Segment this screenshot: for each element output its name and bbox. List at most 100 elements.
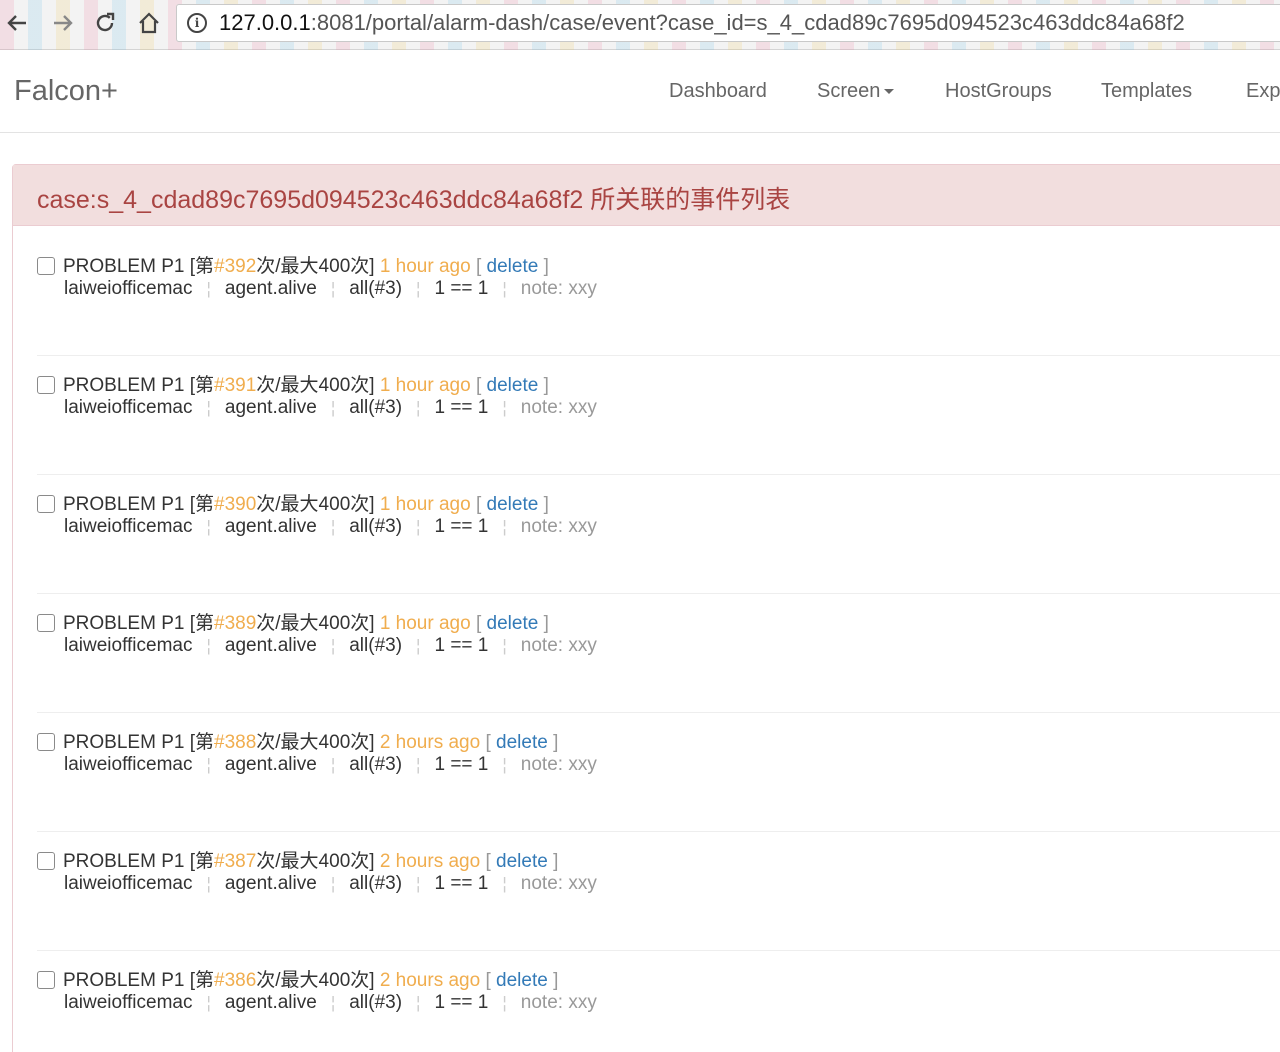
panel-heading: case:s_4_cdad89c7695d094523c463ddc84a68f… — [13, 165, 1280, 226]
event-function: all(#3) — [349, 397, 403, 418]
event-summary: PROBLEM P1 [第#388次/最大400次] 2 hours ago [… — [37, 727, 558, 754]
separator: ¦ — [416, 993, 421, 1012]
event-checkbox[interactable] — [37, 495, 55, 513]
event-checkbox[interactable] — [37, 257, 55, 275]
event-details: laiweiofficemac ¦ agent.alive ¦ all(#3) ¦ 1 ==… — [64, 992, 597, 1014]
event-time: 1 hour ago — [379, 256, 471, 277]
event-condition: 1 == 1 — [434, 754, 489, 775]
separator: ¦ — [330, 517, 336, 536]
nav-link-screen-label: Screen — [817, 80, 881, 102]
delete-link[interactable]: delete — [496, 851, 548, 872]
event-checkbox[interactable] — [37, 971, 55, 989]
reload-icon[interactable] — [90, 8, 120, 38]
separator: ¦ — [502, 636, 507, 655]
event-step-prefix: [第 — [189, 613, 214, 634]
bracket-close: ] — [543, 375, 549, 396]
bracket-open: [ — [475, 613, 482, 634]
event-metric: agent.alive — [224, 278, 317, 299]
nav-link-hostgroups[interactable]: HostGroups — [945, 80, 1052, 103]
event-status: PROBLEM P1 — [63, 732, 185, 753]
separator: ¦ — [206, 517, 211, 536]
delete-link[interactable]: delete — [487, 375, 539, 396]
separator: ¦ — [206, 874, 211, 893]
event-row: PROBLEM P1 [第#387次/最大400次] 2 hours ago [… — [37, 832, 1280, 951]
event-row: PROBLEM P1 [第#386次/最大400次] 2 hours ago [… — [37, 951, 1280, 1052]
event-metric: agent.alive — [224, 516, 317, 537]
forward-icon[interactable] — [48, 8, 78, 38]
event-function: all(#3) — [349, 992, 403, 1013]
event-row: PROBLEM P1 [第#392次/最大400次] 1 hour ago [ … — [37, 237, 1280, 356]
event-details: laiweiofficemac ¦ agent.alive ¦ all(#3) ¦ 1 ==… — [64, 278, 597, 300]
event-time: 2 hours ago — [379, 970, 481, 991]
nav-link-expressions[interactable]: Exp — [1246, 80, 1280, 103]
bracket-close: ] — [543, 256, 549, 277]
event-time: 2 hours ago — [379, 732, 481, 753]
event-time: 2 hours ago — [379, 851, 481, 872]
event-checkbox[interactable] — [37, 614, 55, 632]
address-bar-url: 127.0.0.1:8081/portal/alarm-dash/case/ev… — [219, 10, 1185, 35]
event-condition: 1 == 1 — [434, 873, 489, 894]
event-step-suffix: 次/最大400次] — [256, 851, 375, 872]
nav-link-dashboard[interactable]: Dashboard — [669, 80, 767, 103]
separator: ¦ — [330, 993, 336, 1012]
delete-link[interactable]: delete — [487, 613, 539, 634]
separator: ¦ — [330, 279, 336, 298]
event-condition: 1 == 1 — [434, 278, 489, 299]
nav-link-screen[interactable]: Screen — [817, 80, 895, 103]
event-condition: 1 == 1 — [434, 992, 489, 1013]
event-host: laiweiofficemac — [64, 873, 193, 894]
event-details: laiweiofficemac ¦ agent.alive ¦ all(#3) ¦ 1 ==… — [64, 635, 597, 657]
event-step-prefix: [第 — [189, 732, 214, 753]
delete-link[interactable]: delete — [487, 256, 539, 277]
brand-logo[interactable]: Falcon+ — [14, 75, 118, 108]
home-icon[interactable] — [134, 8, 164, 38]
event-metric: agent.alive — [224, 873, 317, 894]
event-checkbox[interactable] — [37, 852, 55, 870]
separator: ¦ — [206, 993, 211, 1012]
event-checkbox[interactable] — [37, 376, 55, 394]
delete-link[interactable]: delete — [496, 732, 548, 753]
event-host: laiweiofficemac — [64, 516, 193, 537]
separator: ¦ — [206, 636, 211, 655]
event-status: PROBLEM P1 — [63, 970, 185, 991]
separator: ¦ — [502, 874, 507, 893]
event-note: note: xxy — [520, 873, 597, 894]
delete-link[interactable]: delete — [487, 494, 539, 515]
bracket-open: [ — [475, 256, 482, 277]
event-step: #386 — [214, 970, 257, 991]
separator: ¦ — [502, 517, 507, 536]
event-metric: agent.alive — [224, 754, 317, 775]
event-function: all(#3) — [349, 278, 403, 299]
event-status: PROBLEM P1 — [63, 851, 185, 872]
event-row: PROBLEM P1 [第#391次/最大400次] 1 hour ago [ … — [37, 356, 1280, 475]
event-step-prefix: [第 — [189, 970, 214, 991]
event-note: note: xxy — [520, 516, 597, 537]
event-time: 1 hour ago — [379, 494, 471, 515]
separator: ¦ — [330, 755, 336, 774]
event-step-prefix: [第 — [189, 375, 214, 396]
event-note: note: xxy — [520, 754, 597, 775]
event-note: note: xxy — [520, 635, 597, 656]
event-note: note: xxy — [520, 397, 597, 418]
separator: ¦ — [206, 279, 211, 298]
event-step: #391 — [214, 375, 257, 396]
event-summary: PROBLEM P1 [第#389次/最大400次] 1 hour ago [ … — [37, 608, 549, 635]
separator: ¦ — [416, 517, 421, 536]
event-metric: agent.alive — [224, 397, 317, 418]
event-time: 1 hour ago — [379, 613, 471, 634]
event-function: all(#3) — [349, 635, 403, 656]
event-step: #392 — [214, 256, 257, 277]
nav-link-templates[interactable]: Templates — [1101, 80, 1192, 103]
event-metric: agent.alive — [224, 992, 317, 1013]
address-bar[interactable]: i 127.0.0.1:8081/portal/alarm-dash/case/… — [176, 4, 1280, 42]
info-icon[interactable]: i — [187, 13, 207, 33]
delete-link[interactable]: delete — [496, 970, 548, 991]
event-checkbox[interactable] — [37, 733, 55, 751]
event-host: laiweiofficemac — [64, 635, 193, 656]
event-row: PROBLEM P1 [第#390次/最大400次] 1 hour ago [ … — [37, 475, 1280, 594]
event-summary: PROBLEM P1 [第#386次/最大400次] 2 hours ago [… — [37, 965, 558, 992]
separator: ¦ — [416, 398, 421, 417]
event-condition: 1 == 1 — [434, 516, 489, 537]
back-icon[interactable] — [2, 8, 32, 38]
event-status: PROBLEM P1 — [63, 494, 185, 515]
